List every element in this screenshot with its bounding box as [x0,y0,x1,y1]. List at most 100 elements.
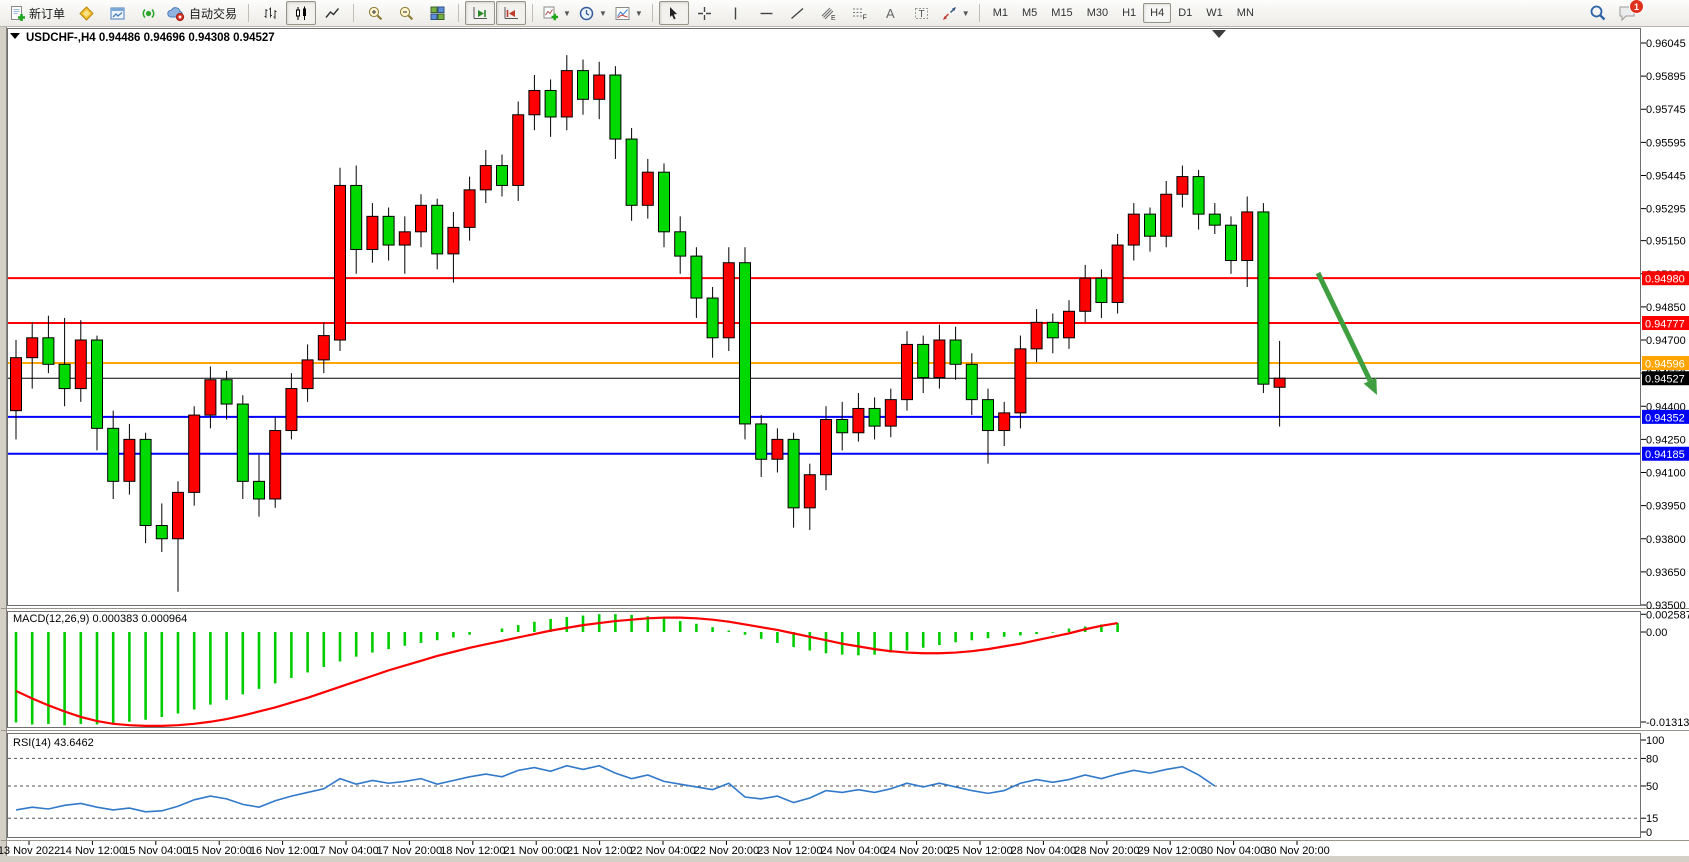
candle-body [561,71,572,117]
timeframe-m5[interactable]: M5 [1015,3,1044,23]
arrows-icon [941,5,958,22]
candle-body [545,90,556,116]
trendline-button[interactable] [783,1,813,25]
macd-pane[interactable] [8,612,1641,728]
chat-button[interactable]: 1 [1617,4,1637,22]
time-axis-label: 29 Nov 12:00 [1137,845,1202,857]
signal-button[interactable] [133,1,163,25]
timeframe-m1[interactable]: M1 [986,3,1015,23]
bar-chart-button[interactable] [255,1,285,25]
cursor-button[interactable] [659,1,689,25]
toolbar-separator [458,4,459,22]
timeframe-w1[interactable]: W1 [1199,3,1230,23]
toolbar-separator [652,4,653,22]
chart-canvas[interactable]: 0.960450.958950.957450.955950.954450.952… [0,27,1689,862]
price-axis-label: 0.95445 [1646,170,1686,182]
autotrading-button[interactable]: 自动交易 [164,1,242,25]
candle-body [399,232,410,245]
main-pane[interactable] [8,29,1641,606]
candle-body [869,408,880,426]
notification-badge: 1 [1629,0,1644,14]
chart-window-button[interactable] [102,1,132,25]
fibonacci-button[interactable]: F [845,1,875,25]
candlestick-button[interactable] [286,1,316,25]
line-chart-button[interactable] [317,1,347,25]
crosshair-button[interactable] [690,1,720,25]
candle-body [1209,214,1220,225]
time-axis-label: 22 Nov 20:00 [694,845,759,857]
search-icon[interactable] [1589,4,1607,22]
bar-chart-icon [262,5,279,22]
auto-scroll-button[interactable] [465,1,495,25]
candle-body [675,232,686,256]
periods-button[interactable]: ▼ [575,1,610,25]
candle-body [302,360,313,389]
toolbar-right-group: 1 [1589,4,1683,22]
timeframe-m30[interactable]: M30 [1080,3,1115,23]
timeframe-group: M1M5M15M30H1H4D1W1MN [986,3,1261,23]
tile-windows-button[interactable] [422,1,452,25]
candle-body [578,71,589,100]
zoom-in-button[interactable] [360,1,390,25]
time-axis-label: 30 Nov 04:00 [1201,845,1266,857]
timeframe-h1[interactable]: H1 [1115,3,1143,23]
candle-body [270,431,281,499]
zoom-out-icon [398,5,415,22]
price-axis-label: 0.95745 [1646,104,1686,116]
indicators-button[interactable]: ▼ [539,1,574,25]
candle-body [318,336,329,360]
price-axis-label: 0.95150 [1646,236,1686,248]
zoom-in-icon [367,5,384,22]
svg-text:E: E [831,15,836,22]
candle-body [464,190,475,228]
candle-body [1080,278,1091,311]
price-axis-label: 0.93650 [1646,567,1686,579]
chart-shift-button[interactable] [496,1,526,25]
text-label-button[interactable]: T [907,1,937,25]
crosshair-icon [696,5,713,22]
metaeditor-button[interactable] [71,1,101,25]
templates-button[interactable]: ▼ [611,1,646,25]
chevron-down-icon: ▼ [962,9,970,18]
time-axis-label: 18 Nov 12:00 [440,845,505,857]
candle-body [1274,378,1285,387]
vertical-line-button[interactable] [721,1,751,25]
main-toolbar: 新订单 自动交易 [0,0,1689,27]
candle-body [108,428,119,481]
indicators-icon [542,5,559,22]
window-left-edge [0,27,6,862]
candle-body [1031,322,1042,348]
candle-body [383,216,394,245]
chart-header-ohlc: USDCHF-,H4 0.94486 0.94696 0.94308 0.945… [26,32,275,44]
price-axis-label: 0.95895 [1646,71,1686,83]
time-axis-label: 30 Nov 20:00 [1264,845,1329,857]
timeframe-h4[interactable]: H4 [1143,3,1171,23]
candle-body [367,216,378,249]
candle-body [140,439,151,525]
zoom-out-button[interactable] [391,1,421,25]
price-axis-label: 0.95295 [1646,204,1686,216]
price-axis-label: 0.93950 [1646,501,1686,513]
candle-body [11,358,22,411]
horizontal-line-button[interactable] [752,1,782,25]
candle-body [237,404,248,481]
timeframe-mn[interactable]: MN [1230,3,1261,23]
candle-body [918,344,929,377]
timeframe-d1[interactable]: D1 [1171,3,1199,23]
tile-windows-icon [429,5,446,22]
autotrading-icon [167,5,186,22]
svg-text:A: A [886,6,895,21]
rsi-axis-label: 50 [1646,781,1658,793]
candlestick-icon [293,5,310,22]
new-order-button[interactable]: 新订单 [6,1,70,25]
candle-body [804,475,815,508]
channel-button[interactable]: E [814,1,844,25]
timeframe-m15[interactable]: M15 [1044,3,1079,23]
candle-body [1128,214,1139,245]
candle-body [529,90,540,114]
svg-text:T: T [919,9,925,20]
arrows-button[interactable]: ▼ [938,1,973,25]
price-axis-label: 0.94100 [1646,468,1686,480]
candle-body [1015,349,1026,413]
text-button[interactable]: A [876,1,906,25]
